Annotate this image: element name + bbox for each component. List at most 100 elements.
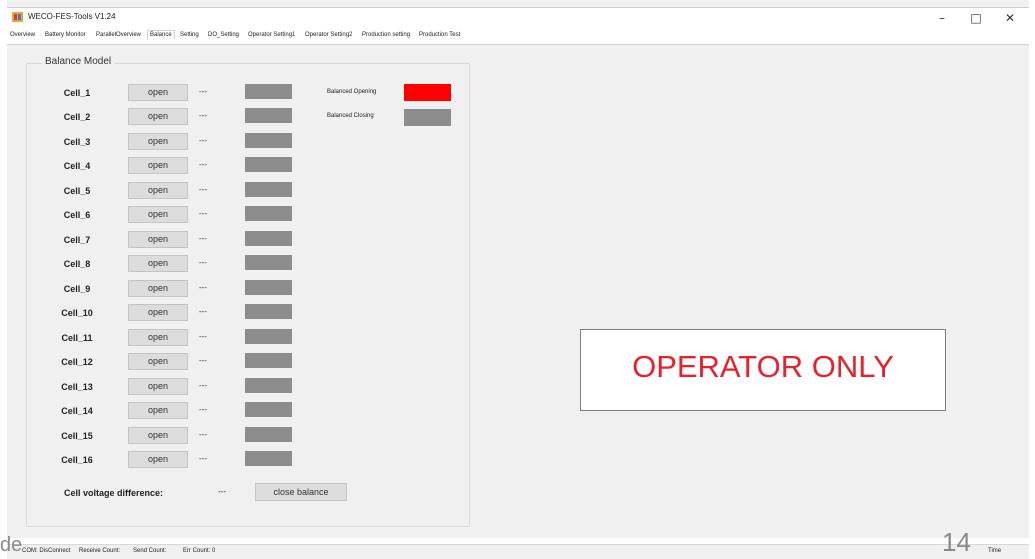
- cell-open-button[interactable]: open: [128, 353, 188, 370]
- cell-status-indicator: [245, 182, 292, 197]
- cell-status-indicator: [245, 353, 292, 368]
- cell-open-button[interactable]: open: [128, 304, 188, 321]
- cell-value: ---: [199, 332, 207, 341]
- cell-value: ---: [199, 234, 207, 243]
- maximize-button[interactable]: □: [959, 8, 993, 28]
- cell-status-indicator: [245, 402, 292, 417]
- cell-label: Cell_15: [61, 431, 93, 441]
- cell-status-indicator: [245, 427, 292, 442]
- cell-status-indicator: [245, 255, 292, 270]
- title-bar: WECO-FES-Tools V1.24 – □ ✕: [7, 8, 1029, 28]
- tab-balance[interactable]: Balance: [147, 30, 175, 40]
- cell-value: ---: [199, 136, 207, 145]
- cell-value: ---: [199, 356, 207, 365]
- cell-label: Cell_10: [61, 308, 93, 318]
- status-receive-count: Receive Count:: [79, 548, 121, 554]
- tab-bar: Overview Battery Monitor ParallelOvervie…: [7, 30, 1029, 45]
- cell-value: ---: [199, 160, 207, 169]
- cell-status-indicator: [245, 133, 292, 148]
- cell-open-button[interactable]: open: [128, 329, 188, 346]
- cell-label: Cell_11: [61, 333, 93, 343]
- cell-open-button[interactable]: open: [128, 157, 188, 174]
- legend-balanced-closing-label: Balanced Closing: [327, 113, 374, 119]
- cell-open-button[interactable]: open: [128, 427, 188, 444]
- cell-open-button[interactable]: open: [128, 182, 188, 199]
- cell-value: ---: [199, 454, 207, 463]
- cell-value: ---: [199, 87, 207, 96]
- cell-label: Cell_3: [63, 137, 91, 147]
- cell-label: Cell_6: [63, 210, 91, 220]
- cell-value: ---: [199, 258, 207, 267]
- cell-value: ---: [199, 381, 207, 390]
- cell-value: ---: [199, 185, 207, 194]
- close-balance-button[interactable]: close balance: [255, 483, 347, 501]
- cell-label: Cell_13: [61, 382, 93, 392]
- tab-operator-setting1[interactable]: Operator Setting1: [248, 32, 295, 38]
- slide-page-number: 14: [942, 527, 971, 557]
- window-title: WECO-FES-Tools V1.24: [28, 12, 116, 21]
- cell-label: Cell_1: [63, 88, 91, 98]
- tab-battery-monitor[interactable]: Battery Monitor: [45, 32, 86, 38]
- status-com: COM: DisConnect: [22, 548, 71, 554]
- operator-only-text: OPERATOR ONLY: [632, 349, 894, 384]
- cell-value: ---: [199, 209, 207, 218]
- tab-do-setting[interactable]: DO_Setting: [208, 32, 239, 38]
- cell-open-button[interactable]: open: [128, 108, 188, 125]
- cell-label: Cell_2: [63, 112, 91, 122]
- cell-label: Cell_14: [61, 406, 93, 416]
- cell-open-button[interactable]: open: [128, 206, 188, 223]
- cell-status-indicator: [245, 206, 292, 221]
- cell-label: Cell_5: [63, 186, 91, 196]
- close-window-button[interactable]: ✕: [993, 8, 1027, 28]
- status-send-count: Send Count:: [133, 548, 167, 554]
- legend-balanced-closing-swatch: [404, 109, 451, 126]
- app-icon: [12, 12, 23, 22]
- cell-label: Cell_4: [63, 161, 91, 171]
- tab-overview[interactable]: Overview: [10, 32, 35, 38]
- balance-model-title: Balance Model: [42, 56, 115, 67]
- background-window-strip: [7, 0, 1029, 8]
- cell-status-indicator: [245, 451, 292, 466]
- cell-open-button[interactable]: open: [128, 378, 188, 395]
- tab-production-setting[interactable]: Production setting: [362, 32, 410, 38]
- cell-voltage-difference-value: ---: [218, 487, 226, 496]
- slide-text-fragment: de: [0, 534, 23, 556]
- tab-production-test[interactable]: Production Test: [419, 32, 460, 38]
- tab-parallel-overview[interactable]: ParallelOverview: [96, 32, 141, 38]
- cell-value: ---: [199, 430, 207, 439]
- minimize-button[interactable]: –: [925, 8, 959, 28]
- cell-label: Cell_12: [61, 357, 93, 367]
- cell-value: ---: [199, 307, 207, 316]
- cell-voltage-difference-label: Cell voltage difference:: [64, 488, 164, 498]
- app-window: WECO-FES-Tools V1.24 – □ ✕ Overview Batt…: [7, 0, 1029, 559]
- cell-label: Cell_9: [63, 284, 91, 294]
- legend-balanced-opening-swatch: [404, 84, 451, 101]
- cell-open-button[interactable]: open: [128, 84, 188, 101]
- tab-operator-setting2[interactable]: Operator Setting2: [305, 32, 352, 38]
- cell-label: Cell_7: [63, 235, 91, 245]
- cell-status-indicator: [245, 280, 292, 295]
- cell-open-button[interactable]: open: [128, 255, 188, 272]
- cell-open-button[interactable]: open: [128, 451, 188, 468]
- cell-status-indicator: [245, 108, 292, 123]
- cell-status-indicator: [245, 304, 292, 319]
- cell-status-indicator: [245, 231, 292, 246]
- cell-value: ---: [199, 405, 207, 414]
- legend-balanced-opening-label: Balanced Opening: [327, 89, 377, 95]
- status-err-count: Err Count: 0: [183, 548, 216, 554]
- cell-open-button[interactable]: open: [128, 231, 188, 248]
- cell-label: Cell_16: [61, 455, 93, 465]
- cell-status-indicator: [245, 157, 292, 172]
- cell-open-button[interactable]: open: [128, 402, 188, 419]
- cell-value: ---: [199, 283, 207, 292]
- cell-status-indicator: [245, 378, 292, 393]
- cell-status-indicator: [245, 84, 292, 99]
- cell-value: ---: [199, 111, 207, 120]
- cell-open-button[interactable]: open: [128, 280, 188, 297]
- cell-status-indicator: [245, 329, 292, 344]
- operator-only-callout: OPERATOR ONLY: [580, 329, 946, 411]
- status-time: Time: [988, 548, 1002, 554]
- cell-label: Cell_8: [63, 259, 91, 269]
- tab-setting[interactable]: Setting: [180, 32, 199, 38]
- cell-open-button[interactable]: open: [128, 133, 188, 150]
